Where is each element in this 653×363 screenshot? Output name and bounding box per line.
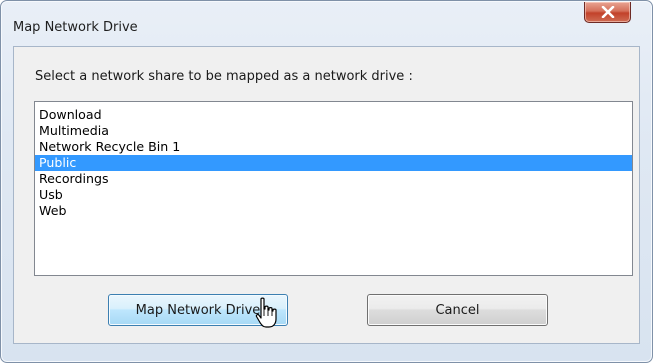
dialog-content: Select a network share to be mapped as a… — [13, 46, 640, 344]
list-item-network-recycle-bin[interactable]: Network Recycle Bin 1 — [35, 139, 632, 155]
close-button[interactable] — [584, 2, 631, 23]
title-bar[interactable]: Map Network Drive — [1, 1, 652, 43]
list-item-public[interactable]: Public — [35, 155, 632, 171]
list-item-usb[interactable]: Usb — [35, 187, 632, 203]
window-title: Map Network Drive — [13, 20, 138, 35]
list-item-recordings[interactable]: Recordings — [35, 171, 632, 187]
list-item-multimedia[interactable]: Multimedia — [35, 123, 632, 139]
close-x-icon — [601, 6, 614, 18]
cancel-button[interactable]: Cancel — [367, 294, 548, 326]
list-item-web[interactable]: Web — [35, 203, 632, 219]
map-network-drive-window: Map Network Drive Select a network share… — [0, 0, 653, 363]
network-share-list[interactable]: Download Multimedia Network Recycle Bin … — [34, 101, 633, 276]
list-item-download[interactable]: Download — [35, 107, 632, 123]
instruction-label: Select a network share to be mapped as a… — [35, 69, 413, 84]
hand-pointer-icon — [255, 297, 277, 328]
